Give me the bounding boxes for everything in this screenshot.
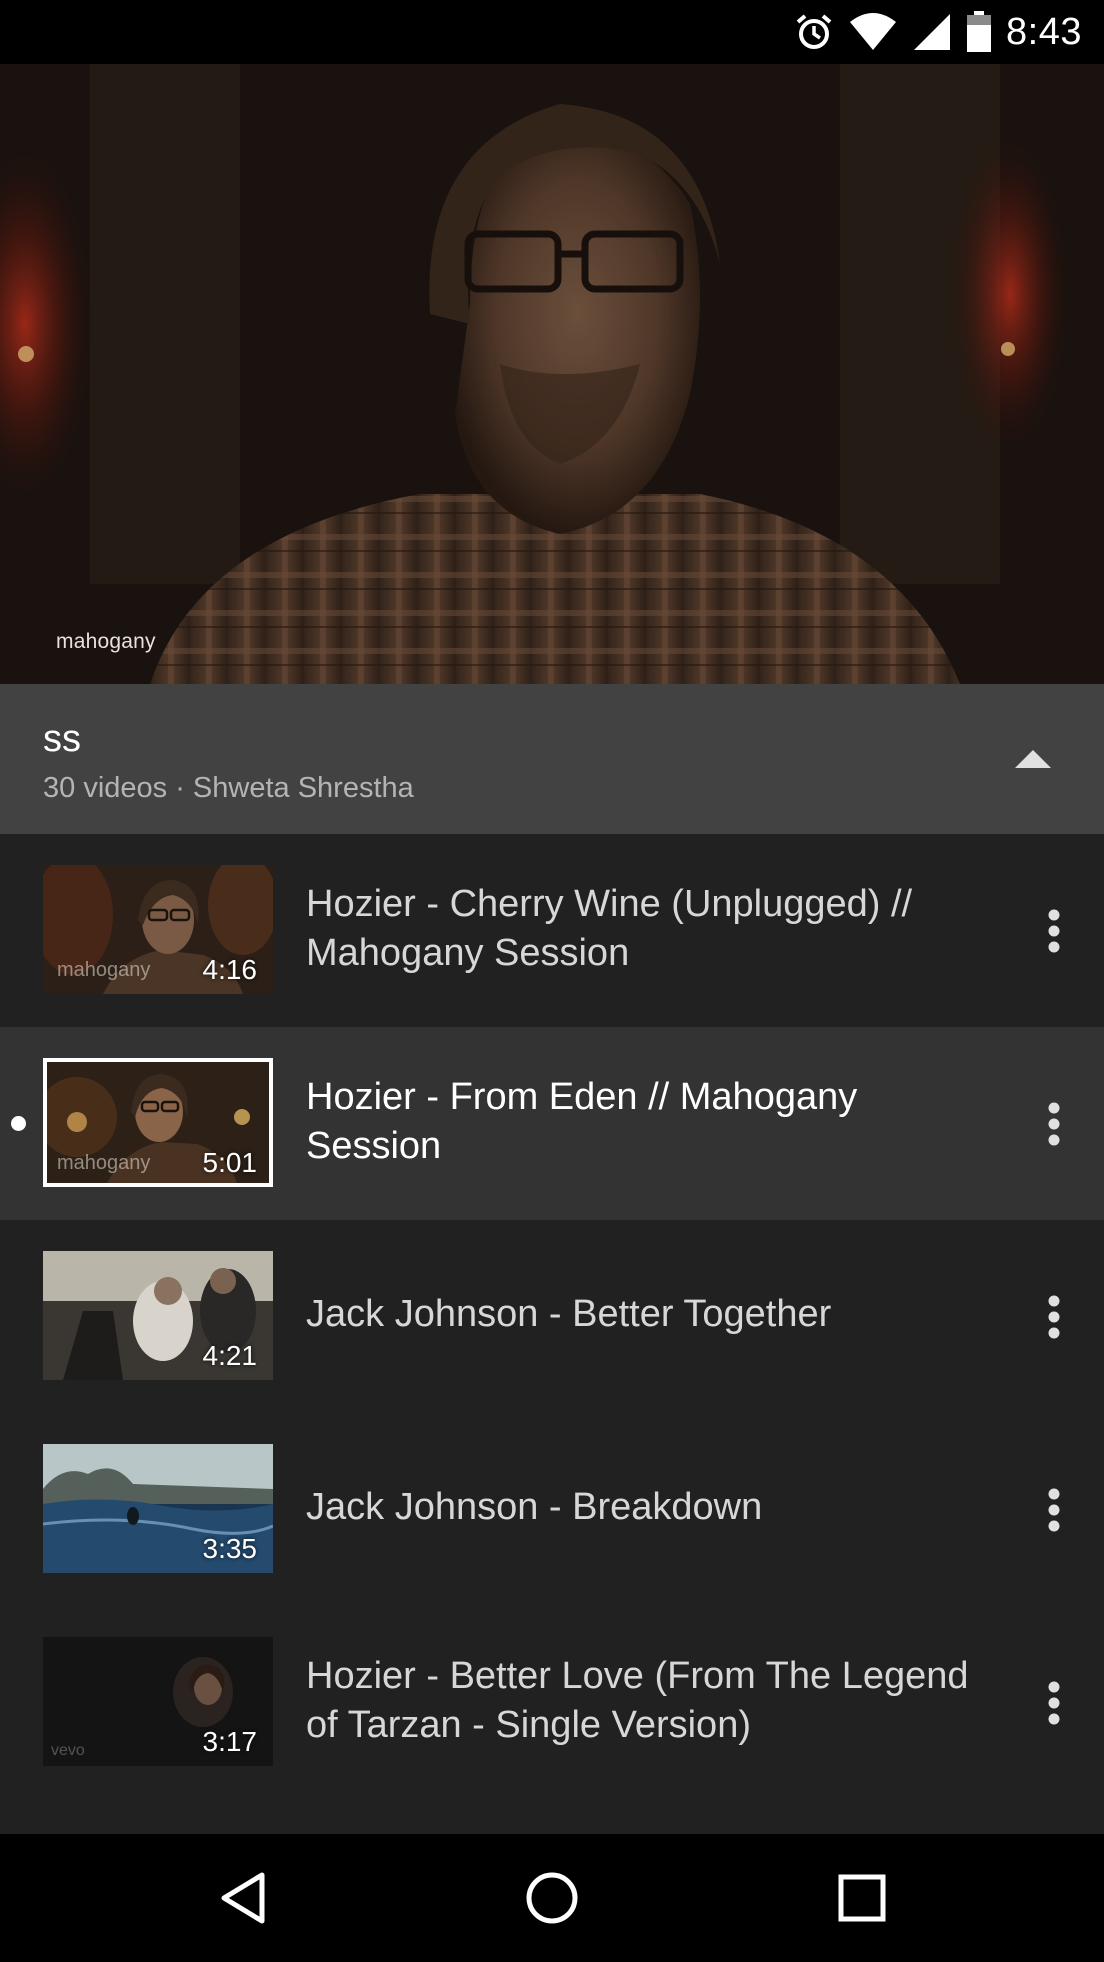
signal-icon <box>914 14 951 50</box>
video-thumbnail: 4:21 <box>43 1251 273 1380</box>
video-watermark: mahogany <box>56 630 156 653</box>
back-button[interactable] <box>203 1858 283 1938</box>
recents-button[interactable] <box>822 1858 902 1938</box>
playlist-header[interactable]: ss 30 videos · Shweta Shrestha <box>0 684 1104 834</box>
video-frame-image <box>0 64 1104 684</box>
playlist-video-list: mahogany 4:16 Hozier - Cherry Wine (Unpl… <box>0 834 1104 1834</box>
video-thumbnail: vevo 3:17 <box>43 1637 273 1766</box>
playlist-title: ss <box>43 718 81 760</box>
wifi-icon <box>850 13 897 50</box>
video-duration: 4:21 <box>202 1340 258 1371</box>
more-options-button[interactable] <box>1032 1465 1076 1555</box>
video-thumbnail: mahogany 4:16 <box>43 865 273 994</box>
video-player[interactable]: mahogany <box>0 64 1104 684</box>
alarm-icon <box>796 14 832 49</box>
chevron-up-icon <box>1015 750 1051 768</box>
more-options-button[interactable] <box>1032 886 1076 976</box>
more-options-button[interactable] <box>1032 1079 1076 1169</box>
collapse-playlist-button[interactable] <box>988 714 1078 804</box>
more-options-button[interactable] <box>1032 1658 1076 1748</box>
more-vert-icon <box>1048 1488 1060 1532</box>
more-options-button[interactable] <box>1032 1272 1076 1362</box>
recents-icon <box>838 1874 886 1922</box>
list-item-current[interactable]: mahogany 5:01 Hozier - From Eden // Maho… <box>0 1027 1104 1220</box>
home-button[interactable] <box>512 1858 592 1938</box>
video-title: Hozier - Better Love (From The Legend of… <box>306 1655 969 1746</box>
video-title: Hozier - From Eden // Mahogany Session <box>306 1076 858 1167</box>
more-vert-icon <box>1048 1295 1060 1339</box>
list-item[interactable]: vevo 3:17 Hozier - Better Love (From The… <box>0 1606 1104 1799</box>
more-vert-icon <box>1048 1681 1060 1725</box>
playlist-meta: 30 videos · Shweta Shrestha <box>43 772 414 804</box>
video-thumbnail: mahogany 5:01 <box>43 1058 273 1187</box>
video-title: Jack Johnson - Breakdown <box>306 1486 763 1528</box>
status-icons: 8:43 <box>794 0 1082 64</box>
thumbnail-watermark: mahogany <box>57 959 151 981</box>
list-item[interactable]: 4:21 Jack Johnson - Better Together <box>0 1220 1104 1413</box>
thumbnail-watermark: vevo <box>51 1742 85 1759</box>
more-vert-icon <box>1048 909 1060 953</box>
video-duration: 5:01 <box>202 1147 258 1178</box>
navigation-bar <box>0 1834 1104 1962</box>
status-bar: 8:43 <box>0 0 1104 64</box>
battery-icon <box>967 11 992 52</box>
now-playing-indicator <box>11 1116 26 1131</box>
status-time: 8:43 <box>1006 10 1082 53</box>
video-duration: 3:17 <box>202 1726 258 1757</box>
thumbnail-watermark: mahogany <box>57 1152 151 1174</box>
video-duration: 4:16 <box>202 954 258 985</box>
back-icon <box>221 1872 265 1924</box>
list-item[interactable]: mahogany 4:16 Hozier - Cherry Wine (Unpl… <box>0 834 1104 1027</box>
video-title: Hozier - Cherry Wine (Unplugged) // Maho… <box>306 883 913 974</box>
home-icon <box>526 1872 578 1924</box>
video-thumbnail: 3:35 <box>43 1444 273 1573</box>
list-item[interactable]: 3:35 Jack Johnson - Breakdown <box>0 1413 1104 1606</box>
video-title: Jack Johnson - Better Together <box>306 1293 832 1335</box>
video-duration: 3:35 <box>202 1533 258 1564</box>
more-vert-icon <box>1048 1102 1060 1146</box>
